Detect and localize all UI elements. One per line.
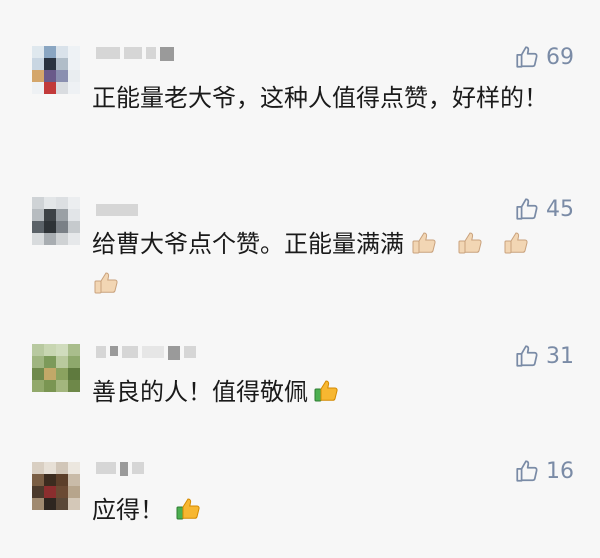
avatar[interactable] xyxy=(32,197,80,245)
like-button[interactable]: 69 xyxy=(514,44,574,70)
comment-text: 善良的人！值得敬佩 xyxy=(92,372,562,412)
avatar[interactable] xyxy=(32,462,80,510)
like-count: 31 xyxy=(546,343,574,369)
comment-text: 正能量老大爷，这种人值得点赞，好样的！ xyxy=(92,84,548,112)
like-count: 69 xyxy=(546,44,574,70)
thumbs-up-emoji xyxy=(456,229,484,257)
comment-text: 给曹大爷点个赞。正能量满满 xyxy=(92,224,562,304)
comment-text-content: 应得！ xyxy=(92,496,164,524)
like-button[interactable]: 45 xyxy=(514,196,574,222)
thumbs-up-emoji xyxy=(312,377,340,405)
thumbs-up-emoji xyxy=(174,495,202,523)
comment-text-content: 善良的人！值得敬佩 xyxy=(92,378,308,406)
like-count: 45 xyxy=(546,196,574,222)
like-count: 16 xyxy=(546,458,574,484)
avatar[interactable] xyxy=(32,46,80,94)
thumbs-up-emoji xyxy=(410,229,438,257)
username xyxy=(96,204,138,220)
comment-text-content: 给曹大爷点个赞。正能量满满 xyxy=(92,230,404,258)
like-button[interactable]: 16 xyxy=(514,458,574,484)
thumbs-up-icon xyxy=(516,46,538,68)
like-button[interactable]: 31 xyxy=(514,343,574,369)
thumbs-up-emoji xyxy=(92,269,120,297)
thumbs-up-icon xyxy=(516,198,538,220)
username xyxy=(96,462,144,478)
username xyxy=(96,346,196,362)
username xyxy=(96,47,174,63)
comment-text: 应得！ xyxy=(92,490,562,530)
avatar[interactable] xyxy=(32,344,80,392)
thumbs-up-icon xyxy=(516,460,538,482)
thumbs-up-emoji xyxy=(502,229,530,257)
thumbs-up-icon xyxy=(516,345,538,367)
